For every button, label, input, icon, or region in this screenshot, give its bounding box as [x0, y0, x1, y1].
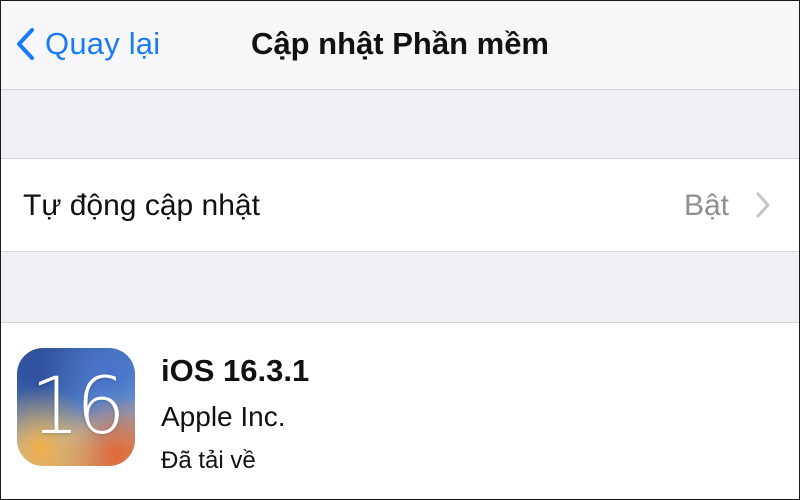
page-title: Cập nhật Phần mềm: [251, 26, 549, 61]
update-status: Đã tải về: [161, 447, 256, 474]
section-spacer: [1, 252, 799, 322]
settings-screen: Quay lại Cập nhật Phần mềm Tự động cập n…: [0, 0, 800, 500]
update-vendor: Apple Inc.: [161, 401, 286, 432]
update-info-card: 16 iOS 16.3.1 Apple Inc. Đã tải về: [1, 322, 799, 499]
ios-version-number: 16: [30, 362, 125, 452]
chevron-right-icon: [755, 191, 771, 224]
navigation-bar: Quay lại Cập nhật Phần mềm: [1, 1, 799, 90]
auto-update-row[interactable]: Tự động cập nhật Bật: [1, 158, 799, 252]
ios-16-icon: 16: [17, 348, 135, 466]
update-title: iOS 16.3.1: [161, 353, 310, 388]
auto-update-label: Tự động cập nhật: [23, 189, 260, 222]
auto-update-value: Bật: [683, 189, 729, 222]
section-spacer: [1, 90, 799, 158]
